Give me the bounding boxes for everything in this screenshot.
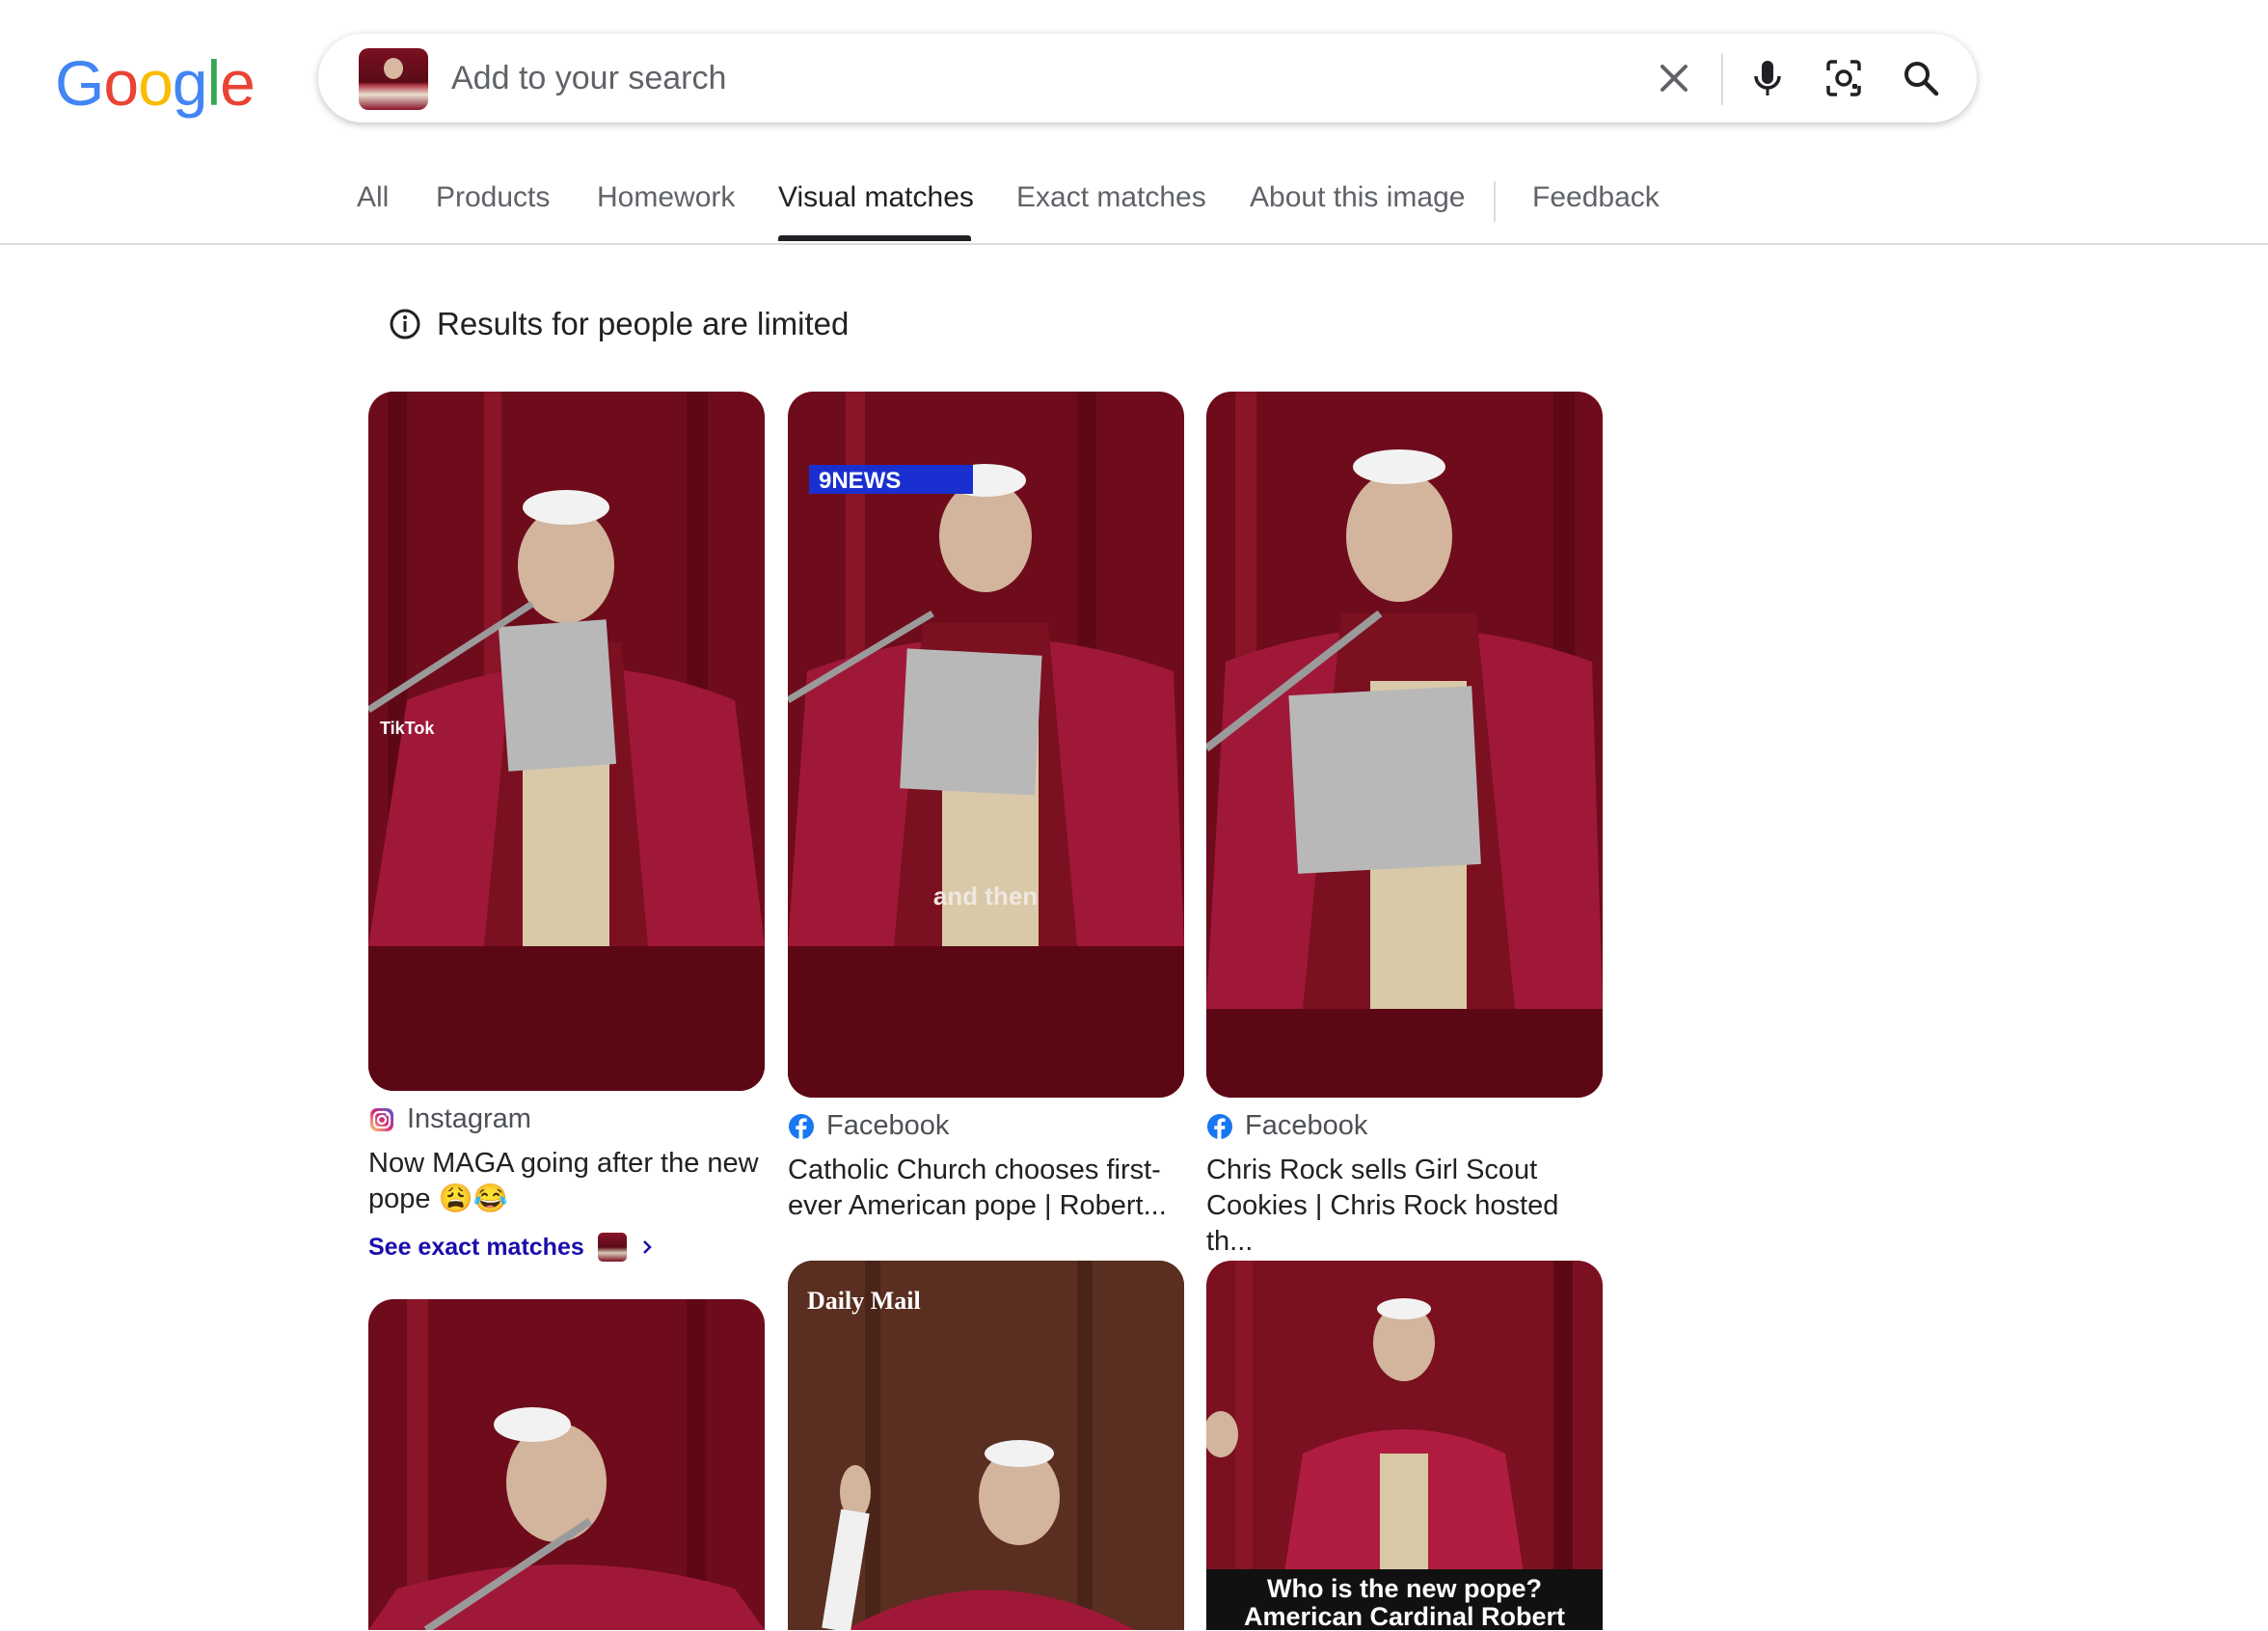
- search-bar[interactable]: Add to your search: [318, 34, 1977, 122]
- microphone-icon[interactable]: [1744, 55, 1791, 101]
- result-image[interactable]: [368, 1299, 765, 1630]
- tab-feedback[interactable]: Feedback: [1532, 181, 1660, 214]
- google-logo[interactable]: Google: [55, 46, 256, 120]
- result-title[interactable]: Now MAGA going after the new pope 😩😂: [368, 1146, 765, 1217]
- tab-all[interactable]: All: [357, 181, 389, 214]
- active-tab-indicator: [778, 235, 971, 241]
- source-name: Facebook: [826, 1110, 950, 1141]
- tab-exact-matches[interactable]: Exact matches: [1016, 181, 1206, 214]
- result-title[interactable]: Chris Rock sells Girl Scout Cookies | Ch…: [1206, 1153, 1603, 1260]
- result-image[interactable]: 9NEWS and then: [788, 392, 1184, 1098]
- video-caption-overlay: Who is the new pope? American Cardinal R…: [1243, 1574, 1566, 1631]
- tab-visual-matches[interactable]: Visual matches: [778, 181, 974, 214]
- search-icon[interactable]: [1898, 55, 1944, 101]
- clear-icon[interactable]: [1651, 55, 1697, 101]
- search-input[interactable]: Add to your search: [451, 34, 726, 122]
- facebook-icon: [1207, 1113, 1232, 1139]
- result-source[interactable]: Facebook: [788, 1110, 949, 1142]
- tab-separator: [1494, 181, 1496, 222]
- tab-products[interactable]: Products: [436, 181, 550, 214]
- results-limited-notice: Results for people are limited: [389, 301, 849, 347]
- tiktok-watermark: TikTok: [380, 719, 435, 738]
- tab-about-this-image[interactable]: About this image: [1250, 181, 1465, 214]
- result-source[interactable]: Facebook: [1206, 1110, 1367, 1142]
- dailymail-badge: Daily Mail: [807, 1287, 921, 1315]
- caption-overlay: and then: [933, 882, 1038, 911]
- tab-homework[interactable]: Homework: [597, 181, 735, 214]
- source-name: Facebook: [1245, 1110, 1368, 1141]
- lens-icon[interactable]: [1821, 55, 1867, 101]
- result-source[interactable]: Instagram: [368, 1103, 531, 1135]
- search-divider: [1721, 53, 1723, 105]
- result-image[interactable]: [1206, 392, 1603, 1098]
- facebook-icon: [789, 1113, 814, 1139]
- exact-match-thumbnail: [597, 1233, 627, 1262]
- instagram-icon: [370, 1107, 393, 1131]
- result-image[interactable]: TikTok: [368, 392, 765, 1091]
- chevron-right-icon: [642, 1240, 652, 1254]
- result-title[interactable]: Catholic Church chooses first-ever Ameri…: [788, 1153, 1184, 1224]
- tab-bar: All Products Homework Visual matches Exa…: [0, 174, 2268, 245]
- see-exact-matches-link[interactable]: See exact matches: [368, 1233, 656, 1262]
- source-name: Instagram: [407, 1103, 531, 1134]
- see-exact-matches-label: See exact matches: [368, 1233, 584, 1261]
- notice-text: Results for people are limited: [437, 306, 850, 341]
- info-icon[interactable]: [389, 308, 421, 340]
- result-image[interactable]: Daily Mail: [788, 1261, 1184, 1630]
- 9news-badge: 9NEWS: [819, 468, 901, 494]
- search-image-thumbnail[interactable]: [359, 48, 428, 110]
